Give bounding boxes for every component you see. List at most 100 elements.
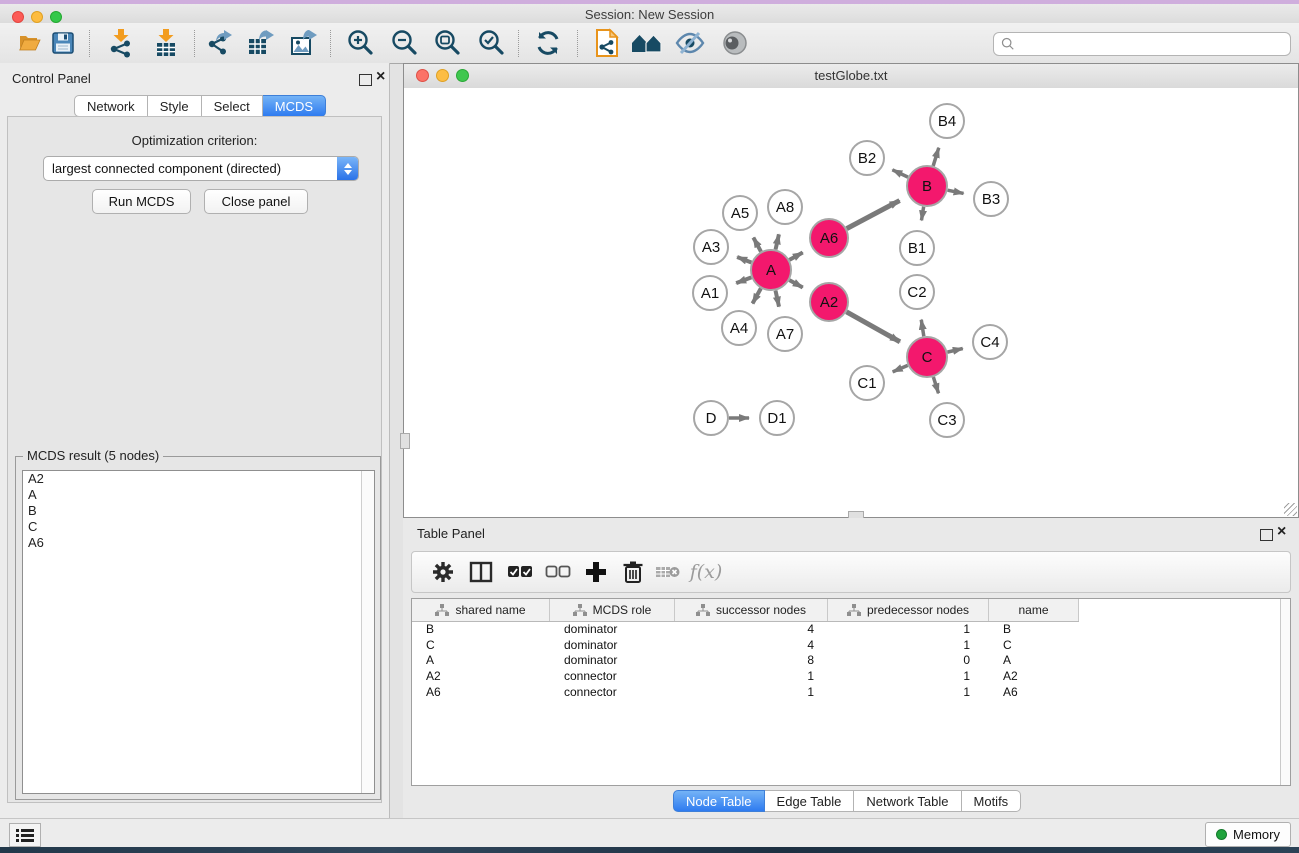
network-edge[interactable] xyxy=(847,201,900,229)
open-session-button[interactable] xyxy=(12,26,48,60)
network-node-B4[interactable]: B4 xyxy=(930,104,964,138)
table-cell[interactable]: connector xyxy=(550,669,675,683)
apply-layout-button[interactable] xyxy=(530,26,566,60)
table-cell[interactable]: 1 xyxy=(675,669,828,683)
tab-node-table[interactable]: Node Table xyxy=(673,790,765,812)
mcds-result-list[interactable]: A2ABCA6 xyxy=(22,470,375,794)
table-cell[interactable]: A xyxy=(412,653,550,667)
table-float-panel-icon[interactable] xyxy=(1260,529,1273,541)
table-cell[interactable]: A2 xyxy=(412,669,550,683)
show-column-button[interactable] xyxy=(464,556,498,588)
search-input[interactable] xyxy=(1019,36,1290,52)
network-edge[interactable] xyxy=(933,377,938,393)
column-header-name[interactable]: name xyxy=(989,599,1079,621)
network-edge[interactable] xyxy=(775,291,779,307)
tab-network-table[interactable]: Network Table xyxy=(854,790,961,812)
network-window-titlebar[interactable]: testGlobe.txt xyxy=(404,64,1298,89)
zoom-in-button[interactable] xyxy=(343,26,379,60)
network-node-A7[interactable]: A7 xyxy=(768,317,802,351)
table-cell[interactable]: 4 xyxy=(675,638,828,652)
network-node-B3[interactable]: B3 xyxy=(974,182,1008,216)
table-row[interactable]: Bdominator41B xyxy=(412,621,1281,637)
hide-selected-button[interactable] xyxy=(672,26,708,60)
show-all-button[interactable] xyxy=(717,26,753,60)
table-row[interactable]: A6connector11A6 xyxy=(412,684,1281,700)
table-row[interactable]: Cdominator41C xyxy=(412,637,1281,653)
table-cell[interactable]: dominator xyxy=(550,638,675,652)
tab-mcds[interactable]: MCDS xyxy=(263,95,326,117)
tab-style[interactable]: Style xyxy=(148,95,202,117)
table-cell[interactable]: 0 xyxy=(828,653,989,667)
delete-column-button[interactable] xyxy=(616,556,650,588)
network-edge[interactable] xyxy=(776,234,779,249)
column-header-shared-name[interactable]: shared name xyxy=(412,599,550,621)
network-edge[interactable] xyxy=(736,277,751,283)
network-node-A4[interactable]: A4 xyxy=(722,311,756,345)
network-node-A3[interactable]: A3 xyxy=(694,230,728,264)
network-edge[interactable] xyxy=(846,312,900,342)
table-cell[interactable]: A2 xyxy=(989,669,1079,683)
network-edge[interactable] xyxy=(753,238,761,252)
import-table-button[interactable] xyxy=(148,26,184,60)
network-node-D[interactable]: D xyxy=(694,401,728,435)
select-all-button[interactable] xyxy=(503,556,537,588)
table-cell[interactable]: 1 xyxy=(675,685,828,699)
table-cell[interactable]: 4 xyxy=(675,622,828,636)
mcds-result-item[interactable]: C xyxy=(23,519,374,535)
column-header-predecessor-nodes[interactable]: predecessor nodes xyxy=(828,599,989,621)
network-node-C4[interactable]: C4 xyxy=(973,325,1007,359)
network-edge[interactable] xyxy=(921,207,923,221)
task-history-button[interactable] xyxy=(9,823,41,847)
column-header-mcds-role[interactable]: MCDS role xyxy=(550,599,675,621)
network-node-A8[interactable]: A8 xyxy=(768,190,802,224)
network-node-C1[interactable]: C1 xyxy=(850,366,884,400)
toolbar-search-field[interactable] xyxy=(993,32,1291,56)
network-edge[interactable] xyxy=(947,348,962,352)
table-close-panel-icon[interactable]: × xyxy=(1277,523,1286,541)
table-cell[interactable]: 8 xyxy=(675,653,828,667)
table-cell[interactable]: 1 xyxy=(828,638,989,652)
table-cell[interactable]: 1 xyxy=(828,685,989,699)
first-neighbors-button[interactable] xyxy=(629,26,665,60)
network-node-C2[interactable]: C2 xyxy=(900,275,934,309)
tab-edge-table[interactable]: Edge Table xyxy=(765,790,855,812)
tab-motifs[interactable]: Motifs xyxy=(962,790,1022,812)
network-resize-grip[interactable] xyxy=(1284,503,1297,516)
table-cell[interactable]: C xyxy=(412,638,550,652)
delete-table-button[interactable] xyxy=(651,556,685,588)
network-vertical-scroll-nub[interactable] xyxy=(400,433,410,449)
network-edge[interactable] xyxy=(737,257,751,262)
network-node-D1[interactable]: D1 xyxy=(760,401,794,435)
run-mcds-button[interactable]: Run MCDS xyxy=(92,189,191,214)
mcds-result-item[interactable]: A2 xyxy=(23,471,374,487)
tab-network[interactable]: Network xyxy=(74,95,148,117)
tab-select[interactable]: Select xyxy=(202,95,263,117)
table-cell[interactable]: dominator xyxy=(550,653,675,667)
network-edge[interactable] xyxy=(921,320,924,337)
network-edge[interactable] xyxy=(893,365,908,372)
network-node-B2[interactable]: B2 xyxy=(850,141,884,175)
table-row[interactable]: Adominator80A xyxy=(412,652,1281,668)
mcds-result-item[interactable]: B xyxy=(23,503,374,519)
table-cell[interactable]: C xyxy=(989,638,1079,652)
network-node-B1[interactable]: B1 xyxy=(900,231,934,265)
network-node-A2[interactable]: A2 xyxy=(810,283,848,321)
network-node-C3[interactable]: C3 xyxy=(930,403,964,437)
new-network-from-selection-button[interactable] xyxy=(589,26,625,60)
table-cell[interactable]: B xyxy=(412,622,550,636)
zoom-out-button[interactable] xyxy=(387,26,423,60)
network-node-A[interactable]: A xyxy=(751,250,791,290)
network-edge[interactable] xyxy=(948,190,964,193)
memory-button[interactable]: Memory xyxy=(1205,822,1291,847)
network-node-A1[interactable]: A1 xyxy=(693,276,727,310)
function-builder-button[interactable]: f(x) xyxy=(689,556,723,588)
network-canvas[interactable]: B4B2BB3A5A8A6A3B1AA1C2A2A4A7C4CC1DD1C3 xyxy=(404,88,1298,517)
zoom-selected-button[interactable] xyxy=(474,26,510,60)
export-table-button[interactable] xyxy=(243,26,279,60)
table-cell[interactable]: 1 xyxy=(828,669,989,683)
table-cell[interactable]: A xyxy=(989,653,1079,667)
table-row[interactable]: A2connector11A2 xyxy=(412,668,1281,684)
save-session-button[interactable] xyxy=(45,26,81,60)
mcds-result-item[interactable]: A6 xyxy=(23,535,374,551)
table-cell[interactable]: connector xyxy=(550,685,675,699)
